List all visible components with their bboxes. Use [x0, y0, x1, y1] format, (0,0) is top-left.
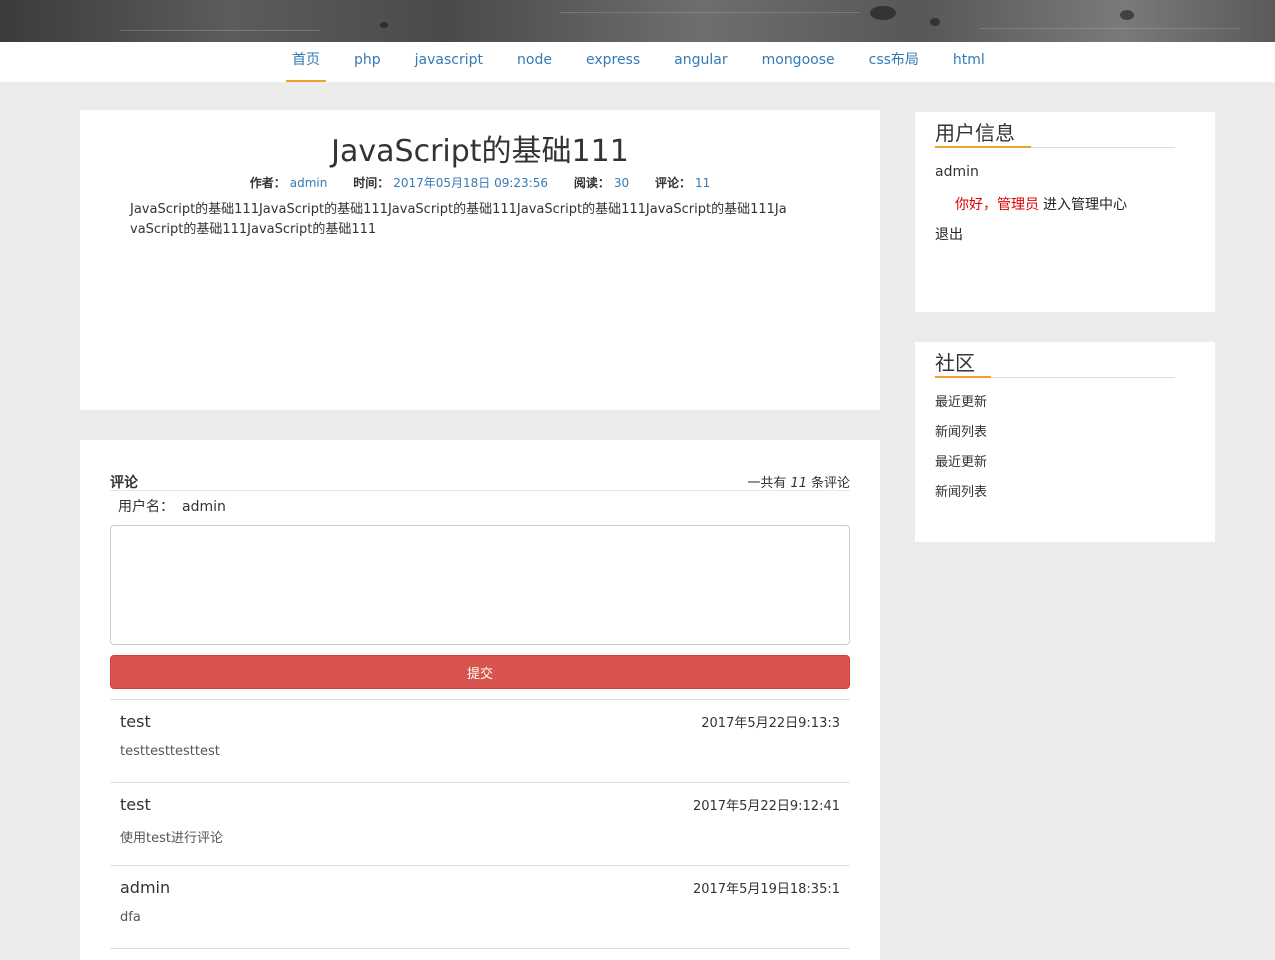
community-item-recent-updates[interactable]: 最近更新 [935, 394, 987, 424]
nav-item-mongoose[interactable]: mongoose [756, 42, 841, 82]
community-list: 最近更新 新闻列表 最近更新 新闻列表 [935, 394, 987, 514]
nav-item-javascript[interactable]: javascript [409, 42, 489, 82]
comment-time: 2017年5月22日9:12:41 [692, 799, 840, 814]
community-item-news-list[interactable]: 新闻列表 [935, 424, 987, 454]
nav-item-home[interactable]: 首页 [286, 42, 326, 82]
comment-text: testtesttesttest [120, 744, 220, 759]
comments-total-prefix: 一共有 [747, 476, 787, 491]
top-nav: 首页 php javascript node express angular m… [0, 42, 1275, 82]
comments-count-label: 评论： [654, 176, 691, 190]
nav-item-node[interactable]: node [511, 42, 558, 82]
admin-greeting: 你好，管理员 [955, 197, 1039, 213]
comment-author: admin [120, 878, 171, 897]
comments-count-value: 11 [694, 176, 711, 190]
comment-text: dfa [120, 910, 141, 925]
community-heading: 社区 [935, 350, 1175, 378]
submit-comment-button[interactable]: 提交 [110, 655, 850, 689]
nav-item-html[interactable]: html [947, 42, 991, 82]
comment-author: test [120, 712, 151, 731]
user-info-title: 用户信息 [935, 120, 1031, 148]
nav-list: 首页 php javascript node express angular m… [286, 42, 1013, 82]
comment-item: test 2017年5月22日9:12:41 使用test进行评论 [110, 782, 850, 865]
header-banner-image [0, 0, 1275, 42]
comment-time: 2017年5月19日18:35:1 [692, 882, 840, 897]
username-label: 用户名： [118, 499, 174, 515]
author-link[interactable]: admin [290, 176, 328, 190]
comments-total: 一共有 11 条评论 [747, 472, 850, 491]
article-meta: 作者： admin 时间： 2017年05月18日 09:23:56 阅读： 30 评… [80, 174, 880, 191]
comment-time: 2017年5月22日9:13:3 [701, 716, 840, 731]
username-value: admin [182, 499, 226, 515]
comment-username-row: 用户名： admin [110, 496, 226, 516]
comments-header: 评论 一共有 11 条评论 [110, 470, 850, 491]
comments-total-number: 11 [790, 476, 807, 491]
community-title: 社区 [935, 350, 991, 378]
logout-link[interactable]: 退出 [935, 224, 963, 244]
admin-center-link[interactable]: 进入管理中心 [1043, 197, 1127, 213]
reads-label: 阅读： [573, 176, 610, 190]
user-info-panel: 用户信息 admin 你好，管理员 进入管理中心 退出 [915, 112, 1215, 312]
comment-list-divider [110, 948, 850, 949]
nav-item-php[interactable]: php [348, 42, 387, 82]
nav-item-express[interactable]: express [580, 42, 646, 82]
comment-textarea[interactable] [110, 525, 850, 645]
community-panel: 社区 最近更新 新闻列表 最近更新 新闻列表 [915, 342, 1215, 542]
user-info-heading: 用户信息 [935, 120, 1175, 148]
admin-greeting-row: 你好，管理员 进入管理中心 [955, 194, 1127, 214]
comment-text: 使用test进行评论 [120, 831, 223, 846]
time-value: 2017年05月18日 09:23:56 [393, 176, 548, 190]
comments-title: 评论 [110, 475, 138, 491]
time-label: 时间： [353, 176, 390, 190]
nav-item-angular[interactable]: angular [668, 42, 733, 82]
community-item-recent-updates[interactable]: 最近更新 [935, 454, 987, 484]
reads-value: 30 [613, 176, 630, 190]
community-item-news-list[interactable]: 新闻列表 [935, 484, 987, 514]
comments-total-suffix: 条评论 [810, 476, 850, 491]
sidebar-username: admin [935, 164, 979, 180]
comments-panel: 评论 一共有 11 条评论 用户名： admin 提交 test 2017年5月22日… [80, 440, 880, 960]
comment-item: test 2017年5月22日9:13:3 testtesttesttest [110, 699, 850, 782]
article-panel: JavaScript的基础111 作者： admin 时间： 2017年05月18日… [80, 110, 880, 410]
author-label: 作者： [249, 176, 286, 190]
article-body: JavaScript的基础111JavaScript的基础111JavaScri… [130, 202, 787, 237]
article-title: JavaScript的基础111 [331, 134, 629, 169]
comment-item: admin 2017年5月19日18:35:1 dfa [110, 865, 850, 948]
comment-author: test [120, 795, 151, 814]
nav-item-css-layout[interactable]: css布局 [863, 42, 925, 82]
